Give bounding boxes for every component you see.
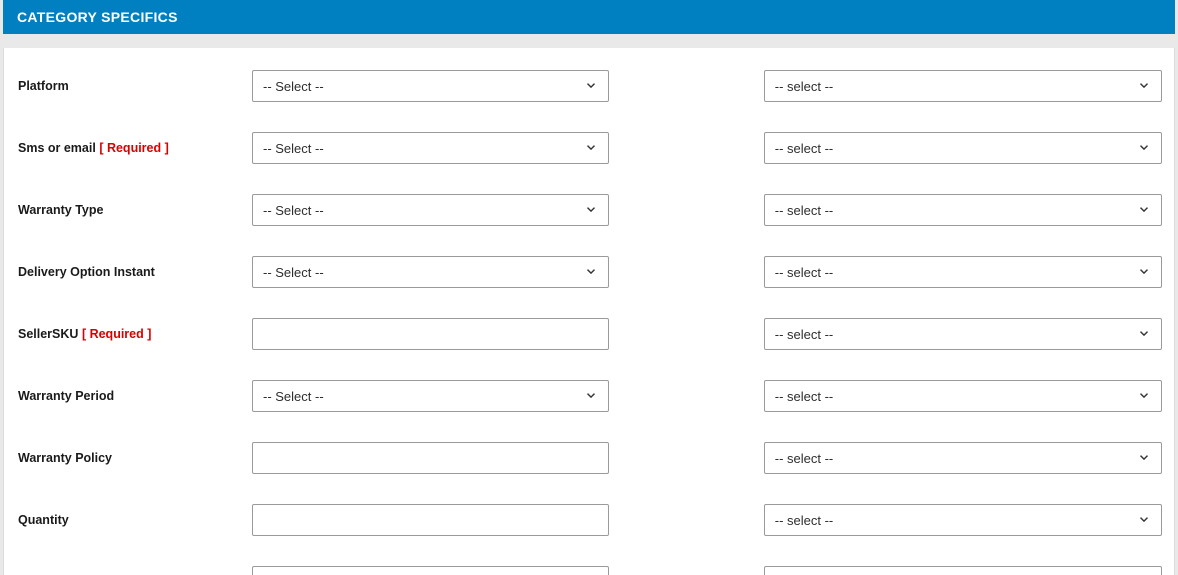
section-header: CATEGORY SPECIFICS xyxy=(3,0,1175,34)
select-value: -- select -- xyxy=(775,327,834,342)
chevron-down-icon xyxy=(1137,78,1151,95)
form-row: SellerSKU [ Required ] -- select -- xyxy=(16,318,1162,350)
form-row: Warranty Period -- Select -- -- select -… xyxy=(16,380,1162,412)
label-text: Warranty Type xyxy=(18,203,103,217)
mapping-select[interactable]: -- select -- xyxy=(764,132,1162,164)
seller-sku-input[interactable] xyxy=(252,318,609,350)
field-label: Quantity xyxy=(16,513,252,527)
chevron-down-icon xyxy=(1137,450,1151,467)
select-value: -- select -- xyxy=(775,389,834,404)
chevron-down-icon xyxy=(584,388,598,405)
required-tag: [ Required ] xyxy=(99,141,168,155)
field-label: Warranty Type xyxy=(16,203,252,217)
platform-select[interactable]: -- Select -- xyxy=(252,70,609,102)
form-row: Name (Malay) -- select -- xyxy=(16,566,1162,575)
mapping-select[interactable]: -- select -- xyxy=(764,318,1162,350)
field-label: Delivery Option Instant xyxy=(16,265,252,279)
sms-or-email-select[interactable]: -- Select -- xyxy=(252,132,609,164)
warranty-period-select[interactable]: -- Select -- xyxy=(252,380,609,412)
warranty-type-select[interactable]: -- Select -- xyxy=(252,194,609,226)
name-malay-input[interactable] xyxy=(252,566,609,575)
select-value: -- Select -- xyxy=(263,265,324,280)
label-text: Delivery Option Instant xyxy=(18,265,155,279)
field-label: Sms or email [ Required ] xyxy=(16,141,252,155)
chevron-down-icon xyxy=(584,78,598,95)
field-label: SellerSKU [ Required ] xyxy=(16,327,252,341)
chevron-down-icon xyxy=(1137,326,1151,343)
select-value: -- Select -- xyxy=(263,141,324,156)
select-value: -- select -- xyxy=(775,451,834,466)
chevron-down-icon xyxy=(1137,264,1151,281)
form-row: Delivery Option Instant -- Select -- -- … xyxy=(16,256,1162,288)
form-row: Quantity -- select -- xyxy=(16,504,1162,536)
label-text: Sms or email xyxy=(18,141,96,155)
mapping-select[interactable]: -- select -- xyxy=(764,442,1162,474)
select-value: -- select -- xyxy=(775,265,834,280)
form-row: Platform -- Select -- -- select -- xyxy=(16,70,1162,102)
chevron-down-icon xyxy=(1137,202,1151,219)
quantity-input[interactable] xyxy=(252,504,609,536)
chevron-down-icon xyxy=(584,264,598,281)
mapping-select[interactable]: -- select -- xyxy=(764,380,1162,412)
mapping-select[interactable]: -- select -- xyxy=(764,70,1162,102)
form-panel: Platform -- Select -- -- select -- Sms o… xyxy=(3,48,1175,575)
mapping-select[interactable]: -- select -- xyxy=(764,504,1162,536)
select-value: -- select -- xyxy=(775,79,834,94)
label-text: Quantity xyxy=(18,513,69,527)
select-value: -- Select -- xyxy=(263,203,324,218)
form-row: Sms or email [ Required ] -- Select -- -… xyxy=(16,132,1162,164)
field-label: Warranty Period xyxy=(16,389,252,403)
mapping-select[interactable]: -- select -- xyxy=(764,256,1162,288)
mapping-select[interactable]: -- select -- xyxy=(764,566,1162,575)
chevron-down-icon xyxy=(584,202,598,219)
select-value: -- select -- xyxy=(775,141,834,156)
field-label: Warranty Policy xyxy=(16,451,252,465)
select-value: -- Select -- xyxy=(263,389,324,404)
field-label: Platform xyxy=(16,79,252,93)
chevron-down-icon xyxy=(584,140,598,157)
form-row: Warranty Type -- Select -- -- select -- xyxy=(16,194,1162,226)
label-text: Warranty Period xyxy=(18,389,114,403)
chevron-down-icon xyxy=(1137,140,1151,157)
select-value: -- select -- xyxy=(775,513,834,528)
label-text: Warranty Policy xyxy=(18,451,112,465)
mapping-select[interactable]: -- select -- xyxy=(764,194,1162,226)
delivery-option-select[interactable]: -- Select -- xyxy=(252,256,609,288)
chevron-down-icon xyxy=(1137,512,1151,529)
select-value: -- Select -- xyxy=(263,79,324,94)
required-tag: [ Required ] xyxy=(82,327,151,341)
chevron-down-icon xyxy=(1137,388,1151,405)
label-text: Platform xyxy=(18,79,69,93)
warranty-policy-input[interactable] xyxy=(252,442,609,474)
label-text: SellerSKU xyxy=(18,327,78,341)
form-row: Warranty Policy -- select -- xyxy=(16,442,1162,474)
select-value: -- select -- xyxy=(775,203,834,218)
